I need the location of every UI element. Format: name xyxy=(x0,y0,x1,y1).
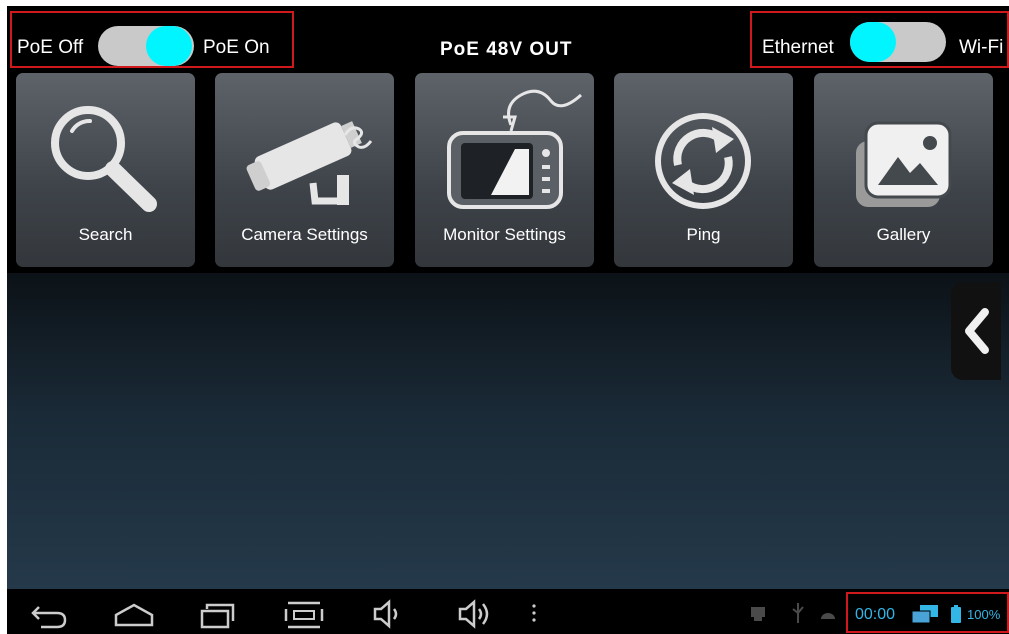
gallery-icon xyxy=(856,121,952,207)
device-screen: PoE Off PoE On PoE 48V OUT Ethernet Wi-F… xyxy=(7,6,1009,634)
home-icon[interactable] xyxy=(112,589,156,634)
tile-search[interactable]: Search xyxy=(16,73,195,267)
network-highlight-box xyxy=(750,11,1009,68)
screenshot-icon[interactable] xyxy=(282,589,326,634)
monitor-icon xyxy=(447,89,583,209)
back-icon[interactable] xyxy=(27,589,71,634)
usb-icon xyxy=(792,603,804,623)
recent-apps-icon[interactable] xyxy=(197,589,241,634)
battery-icon xyxy=(951,605,961,623)
ethernet-status-icon xyxy=(751,607,765,621)
poe-highlight-box xyxy=(10,11,294,68)
tile-camera-settings[interactable]: Camera Settings xyxy=(215,73,394,267)
volume-down-icon[interactable] xyxy=(367,589,411,634)
content-area xyxy=(7,273,1009,589)
volume-up-icon[interactable] xyxy=(452,589,496,634)
network-status-icon xyxy=(911,605,938,624)
status-time: 00:00 xyxy=(855,606,896,623)
chevron-left-icon xyxy=(965,308,989,354)
camera-icon xyxy=(246,121,373,205)
page-title: PoE 48V OUT xyxy=(440,39,573,60)
magnifier-icon xyxy=(51,106,157,212)
tile-label-monitor-settings: Monitor Settings xyxy=(443,225,566,244)
tile-ping[interactable]: Ping xyxy=(614,73,793,267)
android-debug-icon xyxy=(821,613,835,619)
battery-percentage: 100% xyxy=(967,607,1001,622)
tile-gallery[interactable]: Gallery xyxy=(814,73,993,267)
ping-icon xyxy=(655,113,751,209)
tile-label-camera-settings: Camera Settings xyxy=(241,225,368,244)
tile-monitor-settings[interactable]: Monitor Settings xyxy=(415,73,594,267)
tile-label-ping: Ping xyxy=(686,225,721,244)
side-drawer-tab[interactable] xyxy=(951,282,1001,380)
menu-icon[interactable] xyxy=(522,589,546,634)
tile-label-search: Search xyxy=(78,225,133,244)
tile-label-gallery: Gallery xyxy=(876,225,931,244)
